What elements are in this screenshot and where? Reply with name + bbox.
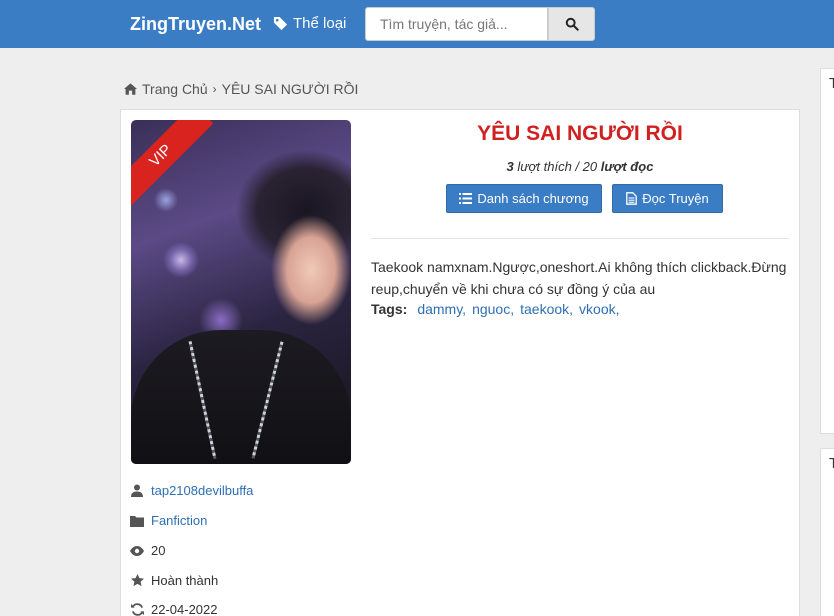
category-row: Fanfiction bbox=[130, 513, 207, 528]
genre-label: Thể loại bbox=[293, 15, 347, 32]
story-stats: 3 lượt thích / 20 lượt đọc bbox=[371, 159, 789, 174]
chapter-list-label: Danh sách chương bbox=[477, 191, 589, 206]
star-icon bbox=[130, 574, 144, 587]
sidebar-card-title: T bbox=[829, 455, 834, 472]
tag-link[interactable]: vkook, bbox=[579, 301, 619, 317]
views-row: 20 bbox=[130, 543, 165, 558]
home-icon bbox=[124, 83, 137, 95]
user-icon bbox=[131, 484, 143, 497]
updated-row: 22-04-2022 bbox=[130, 602, 218, 616]
reads-label: lượt đọc bbox=[600, 159, 654, 174]
chevron-right-icon: › bbox=[212, 82, 217, 96]
breadcrumb: Trang Chủ › YÊU SAI NGƯỜI RỒI bbox=[124, 81, 358, 97]
refresh-icon bbox=[130, 603, 144, 616]
breadcrumb-home[interactable]: Trang Chủ bbox=[142, 81, 208, 97]
search-button[interactable] bbox=[548, 7, 595, 41]
reads-count: 20 bbox=[582, 159, 598, 174]
likes-count: 3 bbox=[506, 159, 514, 174]
author-link[interactable]: tap2108devilbuffa bbox=[151, 483, 253, 498]
tags-label: Tags: bbox=[371, 301, 408, 317]
genre-menu[interactable]: Thể loại bbox=[273, 15, 346, 32]
eye-icon bbox=[130, 545, 144, 556]
sidebar-card: T bbox=[820, 448, 834, 616]
story-cover-image: VIP bbox=[131, 120, 351, 464]
status-row: Hoàn thành bbox=[130, 573, 218, 588]
views-count: 20 bbox=[151, 543, 166, 558]
author-row: tap2108devilbuffa bbox=[130, 483, 253, 498]
file-text-icon bbox=[626, 192, 638, 205]
updated-date: 22-04-2022 bbox=[151, 602, 218, 616]
tags-row: Tags: dammy, nguoc, taekook, vkook, bbox=[371, 301, 620, 317]
read-story-button[interactable]: Đọc Truyện bbox=[612, 184, 723, 213]
breadcrumb-current: YÊU SAI NGƯỜI RỒI bbox=[221, 81, 359, 97]
site-logo[interactable]: ZingTruyen.Net bbox=[130, 14, 261, 35]
tag-link[interactable]: taekook, bbox=[520, 301, 573, 317]
top-navbar: ZingTruyen.Net Thể loại bbox=[0, 0, 834, 48]
tag-link[interactable]: dammy, bbox=[417, 301, 466, 317]
folder-icon bbox=[130, 515, 144, 527]
tag-icon bbox=[273, 16, 288, 31]
chapter-list-button[interactable]: Danh sách chương bbox=[446, 184, 602, 213]
sidebar-card-title: T bbox=[829, 75, 834, 92]
likes-label: lượt thích / bbox=[517, 159, 580, 174]
search-input[interactable] bbox=[365, 7, 548, 41]
story-description: Taekook namxnam.Ngược,oneshort.Ai không … bbox=[371, 259, 787, 297]
search-icon bbox=[565, 17, 579, 31]
vip-badge: VIP bbox=[131, 120, 214, 209]
category-link[interactable]: Fanfiction bbox=[151, 513, 207, 528]
story-title: YÊU SAI NGƯỜI RỒI bbox=[477, 122, 683, 145]
divider bbox=[371, 238, 789, 239]
status-text: Hoàn thành bbox=[151, 573, 219, 588]
sidebar-card: T bbox=[820, 68, 834, 434]
tag-link[interactable]: nguoc, bbox=[472, 301, 514, 317]
list-icon bbox=[459, 193, 473, 204]
read-story-label: Đọc Truyện bbox=[642, 191, 709, 206]
